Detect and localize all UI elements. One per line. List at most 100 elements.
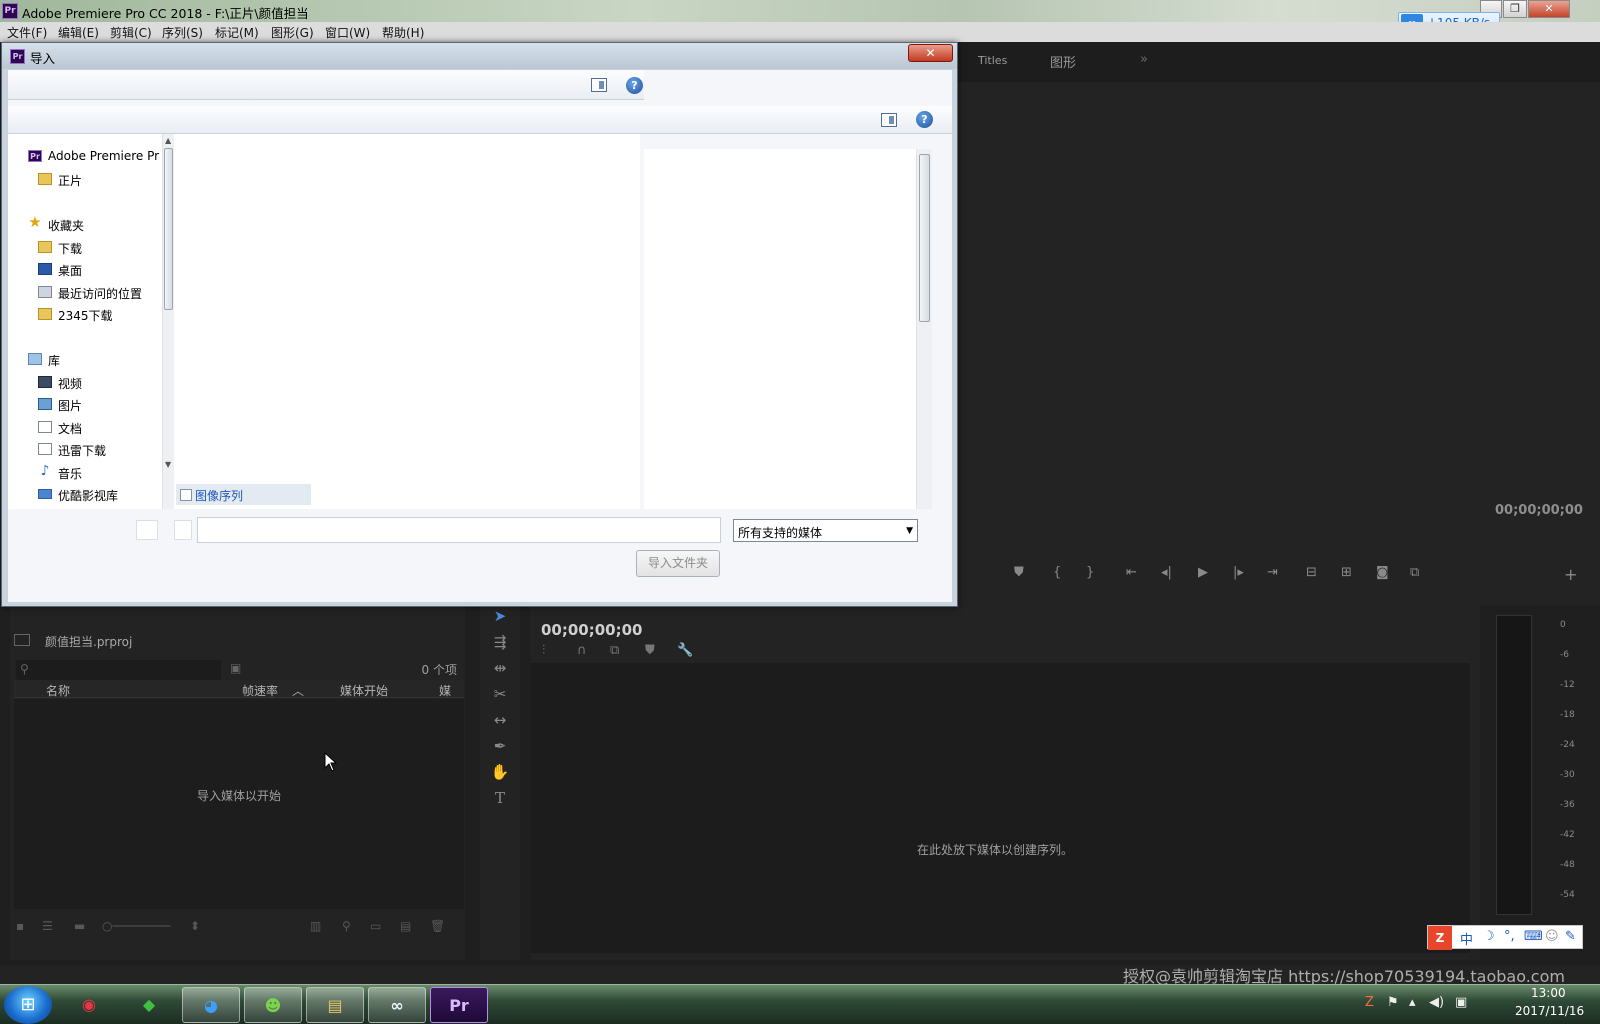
sort-icon[interactable]: ⬍ — [190, 919, 200, 933]
type-tool-icon[interactable]: T — [480, 789, 520, 807]
snap-icon[interactable]: ∩ — [577, 643, 587, 658]
export-frame-icon[interactable]: ◙ — [1376, 565, 1389, 580]
preview-pane-icon[interactable] — [881, 113, 897, 127]
nav-scrollbar[interactable]: ▲ ▼ — [162, 134, 174, 509]
clock-date[interactable]: 2017/11/16 — [1515, 1004, 1584, 1018]
new-item-icon[interactable]: ▤ — [400, 919, 411, 933]
image-sequence-checkbox[interactable] — [180, 489, 192, 501]
trash-icon[interactable]: 🗑 — [430, 919, 445, 933]
icon-view-icon[interactable]: ▬ — [74, 919, 85, 933]
settings-wrench-icon[interactable]: ✎ — [1565, 929, 1576, 944]
import-folder-button[interactable]: 导入文件夹 — [636, 550, 720, 577]
out-point-icon[interactable]: } — [1086, 565, 1094, 580]
tab-graphics[interactable]: 图形 — [1050, 52, 1076, 71]
help-icon[interactable]: ? — [916, 111, 933, 128]
menu-window[interactable]: 窗口(W) — [325, 24, 370, 41]
baidu-cloud-icon[interactable]: ∞ — [368, 987, 426, 1023]
linked-selection-icon[interactable]: ⧉ — [610, 643, 619, 658]
column-frame-rate[interactable]: 帧速率 — [242, 682, 278, 699]
timeline-timecode[interactable]: 00;00;00;00 — [541, 621, 643, 639]
zoom-slider[interactable]: ○──────── — [102, 919, 170, 933]
filetype-select[interactable]: 所有支持的媒体 ▼ — [733, 519, 918, 542]
hand-tool-icon[interactable]: ✋ — [480, 763, 520, 781]
file-list-area[interactable] — [174, 134, 640, 509]
new-bin-icon[interactable]: ▭ — [370, 919, 381, 933]
column-media-start[interactable]: 媒体开始 — [340, 682, 388, 699]
add-marker-icon[interactable]: ⛊ — [645, 643, 655, 658]
qq-bird-icon[interactable]: ◕ — [182, 987, 240, 1023]
razor-tool-icon[interactable]: ✂ — [480, 685, 520, 703]
ime-punctuation-icon[interactable]: °, — [1504, 929, 1515, 944]
play-icon[interactable]: ▶ — [1198, 565, 1208, 580]
show-hidden-icon[interactable]: ▴ — [1409, 995, 1416, 1010]
media-player-icon[interactable]: ◉ — [60, 987, 118, 1023]
slip-tool-icon[interactable]: ↔ — [480, 711, 520, 729]
program-timecode[interactable]: 00;00;00;00 — [1495, 503, 1583, 518]
menu-help[interactable]: 帮助(H) — [382, 24, 424, 41]
new-bin-from-search-icon[interactable]: ▣ — [230, 661, 241, 675]
scroll-up-icon[interactable]: ▲ — [165, 136, 171, 145]
selection-tool-icon[interactable]: ➤ — [480, 607, 520, 625]
flag-icon[interactable]: ⚑ — [1387, 995, 1399, 1010]
volume-icon[interactable]: ◀) — [1429, 995, 1444, 1010]
menu-edit[interactable]: 编辑(E) — [58, 24, 99, 41]
step-forward-icon[interactable]: |▸ — [1233, 565, 1244, 580]
add-button-icon[interactable]: + — [1564, 565, 1577, 584]
menu-file[interactable]: 文件(F) — [7, 24, 47, 41]
nest-icon[interactable]: ⫶ — [542, 643, 545, 658]
go-to-in-icon[interactable]: ⇤ — [1126, 565, 1137, 580]
column-name[interactable]: 名称 — [46, 682, 70, 699]
ime-half-width-icon[interactable]: ☽ — [1483, 929, 1495, 944]
go-to-out-icon[interactable]: ⇥ — [1267, 565, 1278, 580]
network-icon[interactable]: ▣ — [1455, 995, 1467, 1010]
ripple-edit-tool-icon[interactable]: ⇹ — [480, 659, 520, 677]
dialog-close-button[interactable]: ✕ — [908, 44, 953, 62]
list-view-icon[interactable]: ☰ — [42, 919, 53, 933]
image-sequence-option[interactable]: 图像序列 — [176, 484, 311, 505]
lift-icon[interactable]: ⊟ — [1306, 565, 1317, 580]
pen-tool-icon[interactable]: ✒ — [480, 737, 520, 755]
ime-tray-icon[interactable]: Z — [1365, 995, 1374, 1010]
in-point-icon[interactable]: { — [1053, 565, 1061, 580]
green-app-icon[interactable]: ◆ — [120, 987, 178, 1023]
user-icon[interactable]: ☺ — [1545, 929, 1559, 944]
explorer-icon[interactable]: ▤ — [306, 987, 364, 1023]
filename-input[interactable] — [197, 517, 721, 543]
scroll-thumb[interactable] — [164, 148, 173, 310]
lock-icon[interactable]: ▪ — [16, 919, 24, 933]
comparison-icon[interactable]: ⧉ — [1410, 565, 1419, 580]
help-icon[interactable]: ? — [626, 77, 643, 94]
clock-time[interactable]: 13:00 — [1531, 986, 1566, 1000]
preview-pane-icon[interactable] — [591, 78, 607, 92]
ime-logo-icon[interactable]: Z — [1428, 926, 1452, 950]
menu-sequence[interactable]: 序列(S) — [162, 24, 203, 41]
pig-app-icon[interactable]: ☻ — [244, 987, 302, 1023]
automate-icon[interactable]: ▥ — [310, 919, 321, 933]
file-list-scrollbar[interactable] — [916, 149, 932, 509]
premiere-icon[interactable]: Pr — [430, 987, 488, 1023]
track-select-tool-icon[interactable]: ⇶ — [480, 633, 520, 651]
extract-icon[interactable]: ⊞ — [1341, 565, 1352, 580]
project-list[interactable]: 导入媒体以开始 — [14, 699, 464, 909]
ime-chinese-mode[interactable]: 中 — [1460, 929, 1473, 948]
column-media[interactable]: 媒 — [439, 682, 451, 699]
tab-titles[interactable]: Titles — [978, 54, 1007, 67]
menu-clip[interactable]: 剪辑(C) — [110, 24, 152, 41]
sort-ascending-icon[interactable]: ︿ — [292, 682, 304, 699]
menu-markers[interactable]: 标记(M) — [215, 24, 259, 41]
project-search-input[interactable] — [16, 660, 221, 680]
find-icon[interactable]: ⚲ — [342, 919, 351, 933]
maximize-icon[interactable]: ❐ — [1503, 0, 1527, 18]
menu-graphics[interactable]: 图形(G) — [271, 24, 314, 41]
timeline-drop-area[interactable]: 在此处放下媒体以创建序列。 — [530, 663, 1470, 953]
wrench-icon[interactable]: 🔧 — [677, 643, 693, 658]
scroll-down-icon[interactable]: ▼ — [165, 460, 171, 469]
more-workspaces-icon[interactable]: » — [1140, 52, 1148, 67]
close-icon[interactable]: ✕ — [1528, 0, 1570, 18]
scroll-thumb[interactable] — [919, 154, 930, 322]
dialog-title-bar[interactable]: Pr 导入 ✕ — [2, 43, 957, 69]
start-icon[interactable]: ⊞ — [4, 986, 52, 1024]
step-back-icon[interactable]: ◂| — [1161, 565, 1172, 580]
marker-icon[interactable]: ⛊ — [1014, 565, 1024, 580]
keyboard-icon[interactable]: ⌨ — [1524, 929, 1543, 944]
